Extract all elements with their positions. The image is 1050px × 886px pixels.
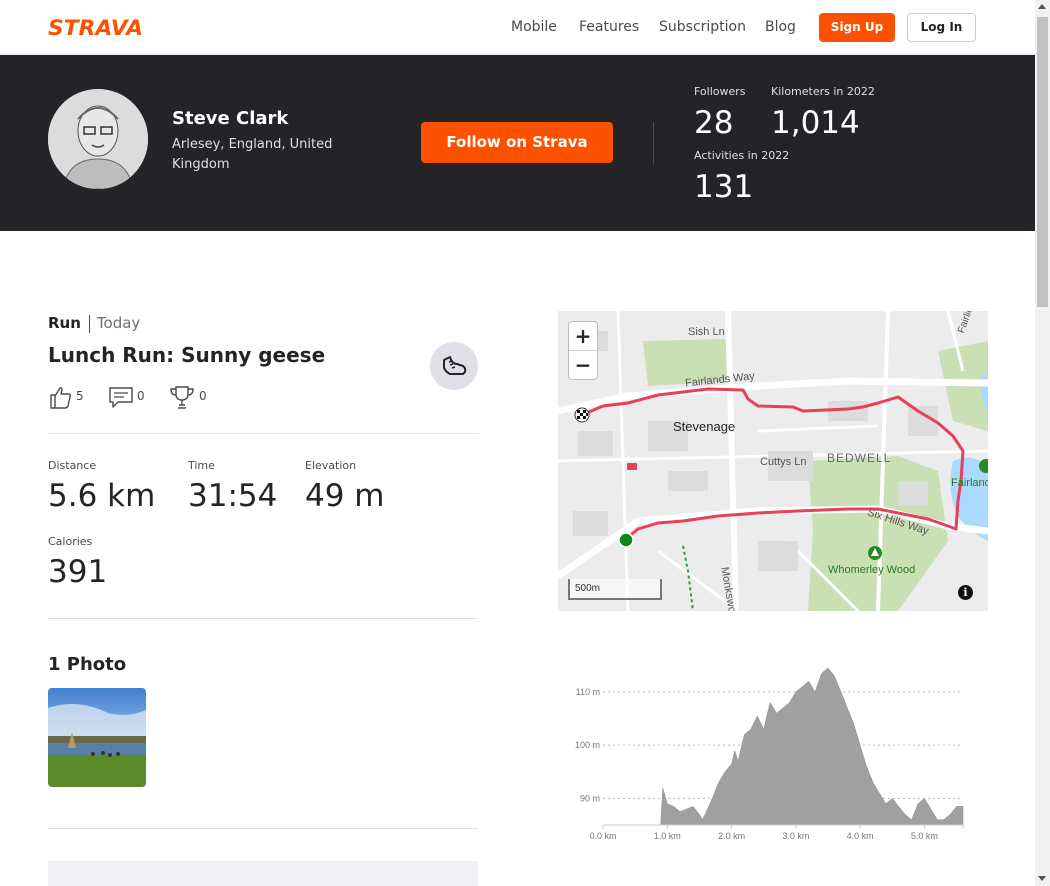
top-nav: STRAVA Mobile Features Subscription Blog… [0,0,1035,55]
x-tick-label: 3.0 km [782,831,809,841]
x-tick-label: 1.0 km [654,831,681,841]
divider [48,618,478,619]
athlete-location: Arlesey, England, United Kingdom [172,137,333,172]
y-tick-label: 90 m [580,793,600,803]
followers-value: 28 [694,105,734,141]
activity-photo[interactable] [48,688,146,787]
follow-button[interactable]: Follow on Strava [421,122,613,163]
calories-label: Calories [48,535,93,548]
sport-type-badge [430,342,478,390]
scroll-down-icon[interactable] [1038,876,1046,881]
divider [48,828,478,829]
athlete-banner: Steve Clark Arlesey, England, United Kin… [0,55,1035,231]
photo-thumbnail [48,688,146,787]
svg-text:STRAVA: STRAVA [48,16,143,39]
elevation-area [660,667,964,826]
comments-button[interactable]: 0 [108,384,148,410]
zoom-in-button[interactable]: + [569,322,597,351]
trophy-icon [170,386,194,409]
elevation-label: Elevation [305,459,357,472]
y-tick-label: 110 m [576,687,600,697]
map-scale: 500m [568,579,662,600]
kilometers-label: Kilometers in 2022 [771,85,875,98]
route-map[interactable]: Sish Ln Fairlands Way Stevenage Cuttys L… [558,311,988,611]
time-label: Time [188,459,215,472]
photos-heading: 1 Photo [48,654,127,675]
zoom-out-button[interactable]: − [569,351,597,380]
activity-title: Lunch Run: Sunny geese [48,343,326,367]
banner-divider [653,122,654,164]
map-label-fairlands-valley: Fairlands [951,477,988,489]
activity-type-line: Run Today [48,314,140,333]
elevation-value: 49 m [305,478,385,514]
x-tick-label: 5.0 km [911,831,938,841]
type-separator [88,314,90,333]
avatar-sketch [48,89,148,189]
kudos-button[interactable]: 5 [48,384,98,410]
followers-label: Followers [694,85,746,98]
elevation-chart[interactable]: 90 m 100 m 110 m 0.0 km 1.0 km 2.0 km 3.0 km 4.… [558,650,988,850]
zoom-control: + − [568,321,598,380]
sign-up-button[interactable]: Sign Up [819,13,895,42]
kilometers-value: 1,014 [771,105,860,141]
athlete-name[interactable]: Steve Clark [172,108,288,129]
achievements-button[interactable]: 0 [169,384,209,410]
distance-value: 5.6 km [48,478,156,514]
distance-label: Distance [48,459,97,472]
map-label-sish-ln: Sish Ln [688,326,725,338]
activities-label: Activities in 2022 [694,149,790,162]
achievements-count: 0 [199,389,207,403]
divider [48,433,478,434]
y-tick-label: 100 m [575,740,600,750]
map-label-bedwell: BEDWELL [827,451,892,465]
time-value: 31:54 [188,478,278,514]
elevation-chart-svg: 90 m 100 m 110 m 0.0 km 1.0 km 2.0 km 3.0 km 4.… [575,667,964,841]
athlete-avatar[interactable] [48,89,148,189]
nav-link-features[interactable]: Features [579,19,639,35]
strava-logo[interactable]: STRAVA [48,15,144,39]
scroll-thumb[interactable] [1037,17,1048,307]
x-tick-label: 2.0 km [718,831,745,841]
activity-type: Run [48,314,81,332]
map-info-icon[interactable]: i [958,585,973,600]
nav-link-mobile[interactable]: Mobile [511,19,557,35]
thumbs-up-icon [50,387,72,409]
comments-count: 0 [137,389,145,403]
x-tick-label: 0.0 km [589,831,616,841]
map-label-whomerley-wood: Whomerley Wood [828,564,916,576]
activity-date: Today [96,314,141,332]
x-tick-label: 4.0 km [847,831,874,841]
nav-link-blog[interactable]: Blog [765,19,796,35]
scroll-up-icon[interactable] [1038,4,1046,9]
calories-value: 391 [48,554,108,590]
activities-value: 131 [694,169,754,205]
comment-icon [109,387,133,408]
running-shoe-icon [443,356,467,375]
map-label-stevenage: Stevenage [673,419,736,434]
map-label-cuttys-ln: Cuttys Ln [760,456,807,468]
segments-panel [48,861,478,886]
kudos-count: 5 [76,389,84,403]
log-in-button[interactable]: Log In [907,13,976,42]
page-scrollbar[interactable] [1035,0,1050,886]
nav-link-subscription[interactable]: Subscription [659,19,746,35]
